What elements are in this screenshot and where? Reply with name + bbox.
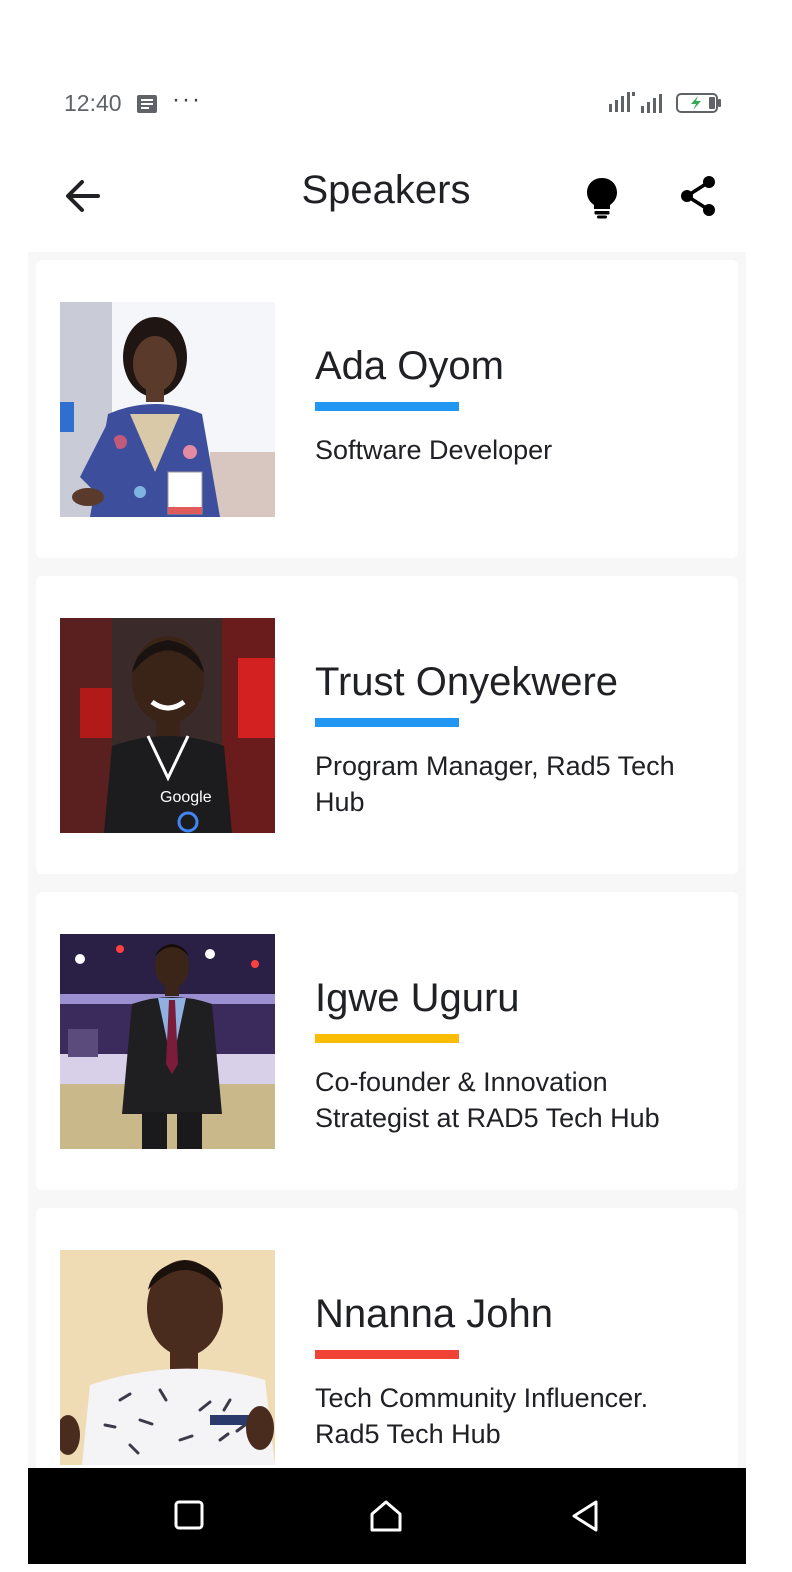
signal-icon (641, 94, 662, 113)
recents-button[interactable] (168, 1496, 208, 1536)
speaker-photo: Google (60, 618, 275, 833)
speakers-screen: 12:40 ··· Speakers Ada Oyom Software Dev… (0, 0, 792, 1572)
speaker-card[interactable]: Igwe Uguru Co-founder & Innovation Strat… (36, 892, 738, 1190)
speaker-role: Tech Community Influencer. Rad5 Tech Hub (315, 1383, 649, 1449)
speaker-accent-bar (315, 1350, 459, 1359)
svg-text:Google: Google (160, 789, 212, 806)
speaker-name: Ada Oyom (315, 344, 504, 388)
speaker-name: Trust Onyekwere (315, 660, 619, 704)
speaker-accent-bar (315, 402, 459, 411)
back-triangle-icon (572, 1500, 598, 1532)
speaker-name: Nnanna John (315, 1292, 553, 1336)
notification-icon (137, 95, 157, 113)
back-button[interactable] (60, 174, 108, 218)
speaker-card[interactable]: Nnanna John Tech Community Influencer. R… (36, 1208, 738, 1468)
speaker-name: Igwe Uguru (315, 976, 520, 1020)
app-bar: Speakers (0, 150, 792, 242)
home-button[interactable] (366, 1496, 406, 1536)
home-icon (370, 1500, 402, 1532)
status-time: 12:40 (64, 90, 122, 116)
speaker-accent-bar (315, 1034, 459, 1043)
speaker-role: Program Manager, Rad5 Tech Hub (315, 751, 675, 817)
speaker-role: Co-founder & Innovation Strategist at RA… (315, 1067, 660, 1133)
speaker-photo (60, 302, 275, 517)
more-notifications-icon: ··· (172, 86, 202, 113)
page-title: Speakers (301, 168, 471, 212)
speaker-accent-bar (315, 718, 459, 727)
theme-toggle-button[interactable] (580, 174, 624, 220)
share-icon (681, 176, 715, 216)
status-bar: 12:40 ··· (0, 80, 792, 128)
speaker-card[interactable]: Google Trust Onyekwere Program Manager, … (36, 576, 738, 874)
speaker-photo (60, 934, 275, 1149)
speaker-list[interactable]: Ada Oyom Software Developer Google Trust… (28, 252, 746, 1468)
system-nav-bar (28, 1468, 746, 1564)
speaker-role: Software Developer (315, 435, 553, 465)
battery-charging-icon (676, 93, 721, 113)
speaker-photo (60, 1250, 275, 1465)
recents-square-icon (174, 1500, 204, 1530)
speaker-card[interactable]: Ada Oyom Software Developer (36, 260, 738, 558)
lightbulb-icon (587, 178, 617, 219)
share-button[interactable] (676, 174, 720, 218)
system-back-button[interactable] (566, 1496, 606, 1536)
signal-icon (609, 92, 635, 112)
arrow-back-icon (66, 180, 100, 212)
